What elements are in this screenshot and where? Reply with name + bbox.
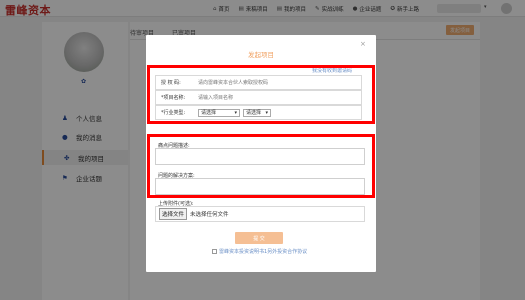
solution-textarea[interactable] xyxy=(155,178,365,195)
project-name-input[interactable] xyxy=(198,91,348,104)
attachment-row: 选择文件 未选择任何文件 xyxy=(155,206,365,222)
pain-point-textarea[interactable] xyxy=(155,148,365,165)
start-project-modal: 发起项目 × 我没有收到邀请码 授 权 码: *项目名称: *行业类型: 请选择… xyxy=(146,35,376,272)
chevron-down-icon: ▾ xyxy=(265,109,268,116)
auth-code-label: 授 权 码: xyxy=(161,80,181,86)
industry-row: *行业类型: 请选择 ▾ 请选择 ▾ xyxy=(155,105,362,120)
chevron-down-icon: ▾ xyxy=(234,109,237,116)
agreement-link[interactable]: 雷峰资本投资说明书1另外投资合作协议 xyxy=(219,248,307,255)
submit-button[interactable]: 提 交 xyxy=(235,232,283,244)
industry-label: *行业类型: xyxy=(161,110,186,116)
agreement-row: 雷峰资本投资说明书1另外投资合作协议 xyxy=(212,248,307,255)
agreement-checkbox[interactable] xyxy=(212,249,217,254)
select-value: 请选择 xyxy=(246,110,262,116)
close-icon[interactable]: × xyxy=(360,40,366,48)
modal-title: 发起项目 xyxy=(248,51,274,59)
choose-file-button[interactable]: 选择文件 xyxy=(159,208,188,220)
auth-code-row: 授 权 码: xyxy=(155,75,362,90)
industry-select-primary[interactable]: 请选择 ▾ xyxy=(198,108,240,117)
auth-code-input[interactable] xyxy=(198,76,348,89)
project-name-row: *项目名称: xyxy=(155,90,362,105)
select-value: 请选择 xyxy=(201,110,217,116)
no-invite-code-link[interactable]: 我没有收到邀请码 xyxy=(312,67,352,74)
project-name-label: *项目名称: xyxy=(161,95,186,101)
industry-select-secondary[interactable]: 请选择 ▾ xyxy=(243,108,271,117)
file-status: 未选择任何文件 xyxy=(190,212,229,218)
